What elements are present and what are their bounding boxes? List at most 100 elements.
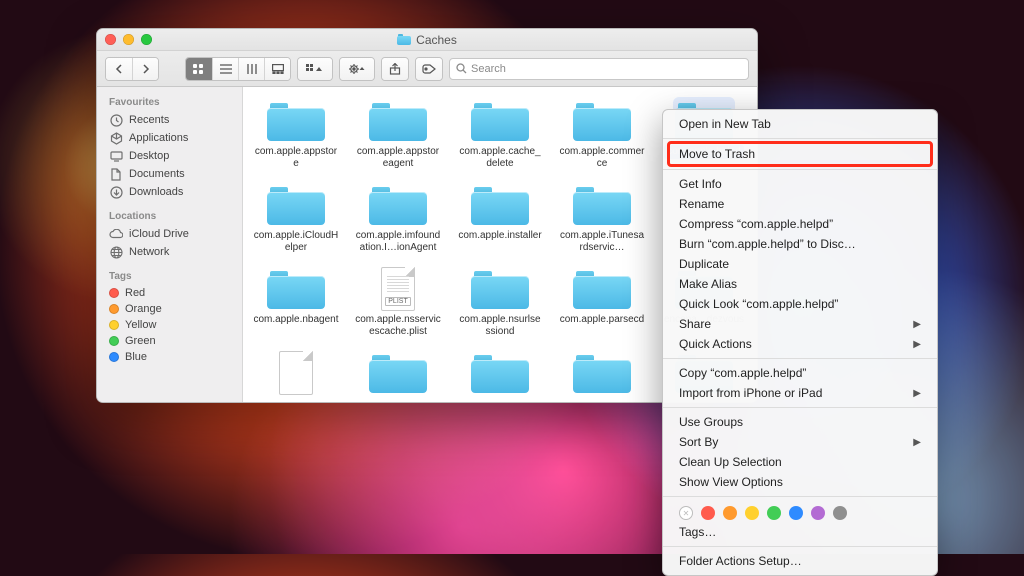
- menu-burn[interactable]: Burn “com.apple.helpd” to Disc…: [663, 234, 937, 254]
- documents-icon: [109, 167, 123, 181]
- menu-quick-look[interactable]: Quick Look “com.apple.helpd”: [663, 294, 937, 314]
- file-label: com.apple.imfoundation.I…ionAgent: [352, 229, 444, 255]
- file-item[interactable]: [245, 345, 347, 402]
- file-label: com.apple.parsecd: [557, 313, 648, 327]
- menu-tag-colors: [663, 501, 937, 522]
- menu-get-info[interactable]: Get Info: [663, 174, 937, 194]
- menu-move-to-trash[interactable]: Move to Trash: [669, 143, 931, 165]
- list-view-button[interactable]: [212, 58, 238, 80]
- back-button[interactable]: [106, 58, 132, 80]
- menu-compress[interactable]: Compress “com.apple.helpd”: [663, 214, 937, 234]
- edit-tags-button[interactable]: [416, 58, 442, 80]
- tag-color-red[interactable]: [701, 506, 715, 520]
- menu-make-alias[interactable]: Make Alias: [663, 274, 937, 294]
- sidebar-item-applications[interactable]: Applications: [97, 129, 242, 147]
- tag-color-none[interactable]: [679, 506, 693, 520]
- file-label: [497, 397, 503, 399]
- share-button[interactable]: [382, 58, 408, 80]
- sidebar-item-network[interactable]: Network: [97, 243, 242, 261]
- menu-sort-by[interactable]: Sort By▶: [663, 432, 937, 452]
- menu-quick-actions[interactable]: Quick Actions▶: [663, 334, 937, 354]
- menu-open-new-tab[interactable]: Open in New Tab: [663, 114, 937, 134]
- file-item[interactable]: [347, 345, 449, 402]
- group-by-button[interactable]: [298, 58, 332, 80]
- submenu-arrow-icon: ▶: [913, 388, 921, 399]
- toolbar: Search: [97, 51, 757, 87]
- sidebar-item-recents[interactable]: Recents: [97, 111, 242, 129]
- sidebar-item-desktop[interactable]: Desktop: [97, 147, 242, 165]
- file-item[interactable]: com.apple.imfoundation.I…ionAgent: [347, 177, 449, 261]
- folder-icon: [471, 353, 529, 393]
- menu-view-options[interactable]: Show View Options: [663, 472, 937, 492]
- menu-duplicate[interactable]: Duplicate: [663, 254, 937, 274]
- sidebar-tag-green[interactable]: Green: [97, 333, 242, 349]
- menu-clean-up[interactable]: Clean Up Selection: [663, 452, 937, 472]
- file-item[interactable]: com.apple.cache_delete: [449, 93, 551, 177]
- tag-dot-icon: [109, 352, 119, 362]
- folder-icon: [471, 185, 529, 225]
- sidebar-item-downloads[interactable]: Downloads: [97, 183, 242, 201]
- action-menu-button[interactable]: [340, 58, 374, 80]
- file-label: com.apple.nbagent: [250, 313, 341, 327]
- zoom-window-button[interactable]: [141, 34, 152, 45]
- sidebar-tag-yellow[interactable]: Yellow: [97, 317, 242, 333]
- file-item[interactable]: com.apple.appstoreagent: [347, 93, 449, 177]
- file-item[interactable]: com.apple.nsurlsessiond: [449, 261, 551, 345]
- downloads-icon: [109, 185, 123, 199]
- file-item[interactable]: com.apple.installer: [449, 177, 551, 261]
- folder-icon: [267, 185, 325, 225]
- sidebar-tag-red[interactable]: Red: [97, 285, 242, 301]
- apps-icon: [109, 131, 123, 145]
- sidebar-tag-blue[interactable]: Blue: [97, 349, 242, 365]
- file-item[interactable]: [551, 345, 653, 402]
- menu-separator: [663, 169, 937, 170]
- tag-color-blue[interactable]: [789, 506, 803, 520]
- minimize-window-button[interactable]: [123, 34, 134, 45]
- file-item[interactable]: com.apple.appstore: [245, 93, 347, 177]
- sidebar-section-tags: Tags: [97, 269, 242, 285]
- file-item[interactable]: [449, 345, 551, 402]
- cloud-icon: [109, 227, 123, 241]
- tag-dot-icon: [109, 320, 119, 330]
- menu-use-groups[interactable]: Use Groups: [663, 412, 937, 432]
- menu-rename[interactable]: Rename: [663, 194, 937, 214]
- file-item[interactable]: com.apple.nbagent: [245, 261, 347, 345]
- file-item[interactable]: com.apple.parsecd: [551, 261, 653, 345]
- menu-share[interactable]: Share▶: [663, 314, 937, 334]
- file-item[interactable]: com.apple.commerce: [551, 93, 653, 177]
- file-item[interactable]: com.apple.iCloudHelper: [245, 177, 347, 261]
- close-window-button[interactable]: [105, 34, 116, 45]
- file-item[interactable]: PLISTcom.apple.nsservicescache.plist: [347, 261, 449, 345]
- tag-color-purple[interactable]: [811, 506, 825, 520]
- menu-separator: [663, 358, 937, 359]
- file-item[interactable]: com.apple.iTunesardservic…: [551, 177, 653, 261]
- column-view-button[interactable]: [238, 58, 264, 80]
- menu-tags[interactable]: Tags…: [663, 522, 937, 542]
- tag-color-yellow[interactable]: [745, 506, 759, 520]
- tag-color-orange[interactable]: [723, 506, 737, 520]
- desktop-icon: [109, 149, 123, 163]
- tags-button-wrap: [415, 57, 443, 81]
- forward-button[interactable]: [132, 58, 158, 80]
- file-label: com.apple.appstore: [250, 145, 342, 171]
- menu-folder-actions[interactable]: Folder Actions Setup…: [663, 551, 937, 571]
- sidebar-tag-orange[interactable]: Orange: [97, 301, 242, 317]
- view-switcher: [185, 57, 291, 81]
- sidebar-item-icloud[interactable]: iCloud Drive: [97, 225, 242, 243]
- gallery-view-button[interactable]: [264, 58, 290, 80]
- sidebar-item-documents[interactable]: Documents: [97, 165, 242, 183]
- search-icon: [456, 63, 467, 74]
- menu-copy[interactable]: Copy “com.apple.helpd”: [663, 363, 937, 383]
- tag-color-green[interactable]: [767, 506, 781, 520]
- menu-separator: [663, 546, 937, 547]
- menu-separator: [663, 496, 937, 497]
- tag-color-gray[interactable]: [833, 506, 847, 520]
- tag-dot-icon: [109, 336, 119, 346]
- menu-import[interactable]: Import from iPhone or iPad▶: [663, 383, 937, 403]
- tag-dot-icon: [109, 288, 119, 298]
- submenu-arrow-icon: ▶: [913, 339, 921, 350]
- icon-view-button[interactable]: [186, 58, 212, 80]
- file-label: com.apple.nsurlsessiond: [454, 313, 546, 339]
- clock-icon: [109, 113, 123, 127]
- search-field[interactable]: Search: [449, 58, 749, 80]
